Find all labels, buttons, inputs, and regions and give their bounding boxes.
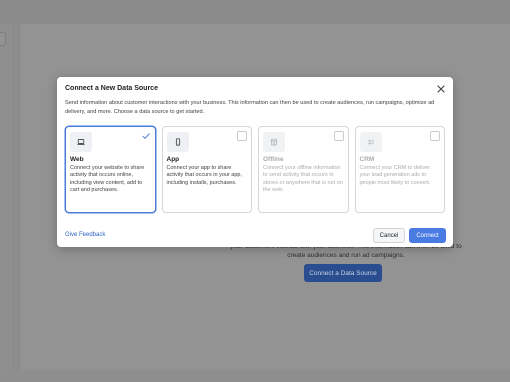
- dialog-description: Send information about customer interact…: [65, 100, 435, 115]
- source-description: Connect your app to share activity that …: [166, 165, 243, 186]
- laptop-icon: [70, 132, 92, 152]
- background-top-bar: [0, 0, 510, 24]
- source-card-web[interactable]: Web Connect your website to share activi…: [65, 126, 156, 213]
- source-title: App: [166, 156, 180, 163]
- connect-data-source-dialog: Connect a New Data Source Send informati…: [57, 77, 453, 247]
- background-sidebar-toggle: [0, 32, 6, 46]
- store-icon: [263, 132, 285, 152]
- source-web-checkbox[interactable]: [141, 131, 151, 141]
- close-icon: [437, 85, 445, 93]
- source-card-app[interactable]: App Connect your app to share activity t…: [161, 126, 252, 213]
- dialog-title: Connect a New Data Source: [65, 85, 158, 92]
- data-source-options: Web Connect your website to share activi…: [65, 126, 445, 213]
- background-sidebar: [0, 24, 14, 370]
- give-feedback-link[interactable]: Give Feedback: [65, 232, 105, 238]
- source-card-offline: Offline Connect your offline information…: [258, 126, 349, 213]
- contact-card-icon: [359, 132, 382, 152]
- checkmark-icon: [142, 133, 150, 139]
- source-title: Offline: [263, 156, 284, 163]
- background-connect-data-source-button: Connect a Data Source: [304, 264, 382, 282]
- source-description: Connect your CRM to deliver your lead ge…: [359, 165, 431, 186]
- source-description: Connect your offline information to send…: [263, 165, 343, 193]
- source-offline-checkbox: [333, 131, 344, 141]
- source-crm-checkbox: [430, 131, 440, 141]
- source-description: Connect your website to share activity t…: [70, 165, 145, 193]
- connect-button[interactable]: Connect: [409, 228, 446, 243]
- source-app-checkbox[interactable]: [237, 131, 247, 141]
- source-title: Web: [70, 156, 84, 163]
- source-title: CRM: [359, 156, 375, 163]
- source-card-crm: CRM Connect your CRM to deliver your lea…: [354, 126, 445, 213]
- close-button[interactable]: [435, 83, 447, 95]
- mobile-phone-icon: [166, 132, 189, 152]
- cancel-button[interactable]: Cancel: [373, 228, 405, 243]
